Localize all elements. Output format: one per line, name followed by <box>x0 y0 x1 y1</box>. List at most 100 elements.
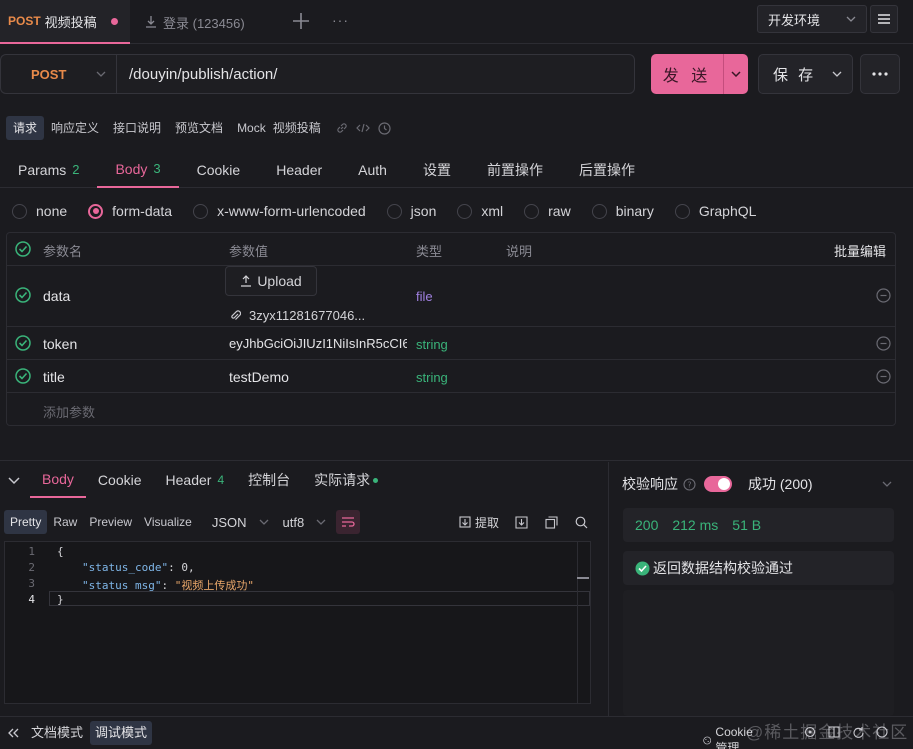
code-line: "status_code": 0, <box>82 561 195 574</box>
subnav-preview[interactable]: 预览文档 <box>168 116 230 140</box>
subnav-api-doc[interactable]: 接口说明 <box>106 116 168 140</box>
watermark: @稀土掘金技术社区 <box>746 723 909 742</box>
doc-mode-button[interactable]: 文档模式 <box>26 721 88 745</box>
collapse-icon[interactable] <box>0 462 30 498</box>
wrap-button[interactable] <box>336 510 361 534</box>
help-icon[interactable]: ? <box>683 477 696 491</box>
row-check-icon[interactable] <box>15 287 31 303</box>
search-icon[interactable] <box>575 516 588 529</box>
debug-mode-button[interactable]: 调试模式 <box>90 721 153 745</box>
more-actions-button[interactable] <box>860 54 900 94</box>
remove-row-icon[interactable] <box>876 336 891 351</box>
response-code-editor[interactable]: 1 2 3 4 { "status_code": 0, "status_msg"… <box>4 541 591 704</box>
radio-none[interactable]: none <box>12 203 67 219</box>
tab-pre-ops[interactable]: 前置操作 <box>469 152 561 188</box>
tab-count: 4 <box>217 473 225 487</box>
more-tabs-icon[interactable]: ··· <box>332 12 349 28</box>
param-name[interactable]: title <box>43 369 65 385</box>
radio-binary[interactable]: binary <box>591 203 654 219</box>
verify-toggle[interactable] <box>704 476 732 492</box>
collapse-sidebar-icon[interactable] <box>6 726 20 740</box>
remove-row-icon[interactable] <box>876 288 891 303</box>
download-icon[interactable] <box>515 515 528 529</box>
tab-cookie[interactable]: Cookie <box>179 152 259 188</box>
param-value[interactable]: testDemo <box>229 369 289 385</box>
format-label: JSON <box>211 514 247 530</box>
tab-title: 登录 (123456) <box>163 15 245 31</box>
resp-tab-body[interactable]: Body <box>30 462 86 498</box>
param-type[interactable]: file <box>416 289 433 304</box>
environment-select[interactable]: 开发环境 <box>757 5 867 33</box>
scrollbar-track[interactable] <box>577 542 578 703</box>
send-button[interactable]: 发 送 <box>651 54 748 94</box>
tab-settings[interactable]: 设置 <box>405 152 469 188</box>
upload-button[interactable]: Upload <box>225 266 317 296</box>
check-all-icon[interactable] <box>15 241 31 257</box>
param-type[interactable]: string <box>416 337 448 352</box>
row-check-icon[interactable] <box>15 335 31 351</box>
radio-label: GraphQL <box>698 203 757 219</box>
radio-graphql[interactable]: GraphQL <box>674 203 757 219</box>
chevron-down-icon[interactable] <box>882 481 892 487</box>
method-label: POST <box>31 66 67 82</box>
link-icon[interactable] <box>336 122 348 134</box>
radio-xml[interactable]: xml <box>457 203 503 219</box>
validation-message: 返回数据结构校验通过 <box>653 560 793 576</box>
send-dropdown[interactable] <box>724 71 748 77</box>
resp-tab-cookie[interactable]: Cookie <box>86 462 154 498</box>
radio-urlencoded[interactable]: x-www-form-urlencoded <box>193 203 366 219</box>
row-check-icon[interactable] <box>15 368 31 384</box>
resp-tab-actual-request[interactable]: 实际请求 <box>302 462 390 498</box>
validation-details <box>623 590 894 716</box>
tab-post-ops[interactable]: 后置操作 <box>561 152 653 188</box>
remove-row-icon[interactable] <box>876 369 891 384</box>
param-tabs: Params 2 Body 3 Cookie Header Auth 设置 前置操作… <box>0 152 913 188</box>
table-row: token eyJhbGciOiJIUzI1NiIsInR5cCI6 strin… <box>7 327 895 360</box>
radio-label: none <box>36 203 68 219</box>
radio-raw[interactable]: raw <box>524 203 571 219</box>
radio-circle <box>674 203 690 219</box>
add-tab-icon[interactable] <box>290 10 312 32</box>
code-icon[interactable] <box>355 122 370 134</box>
method-select[interactable]: POST <box>0 54 116 94</box>
tab-auth[interactable]: Auth <box>340 152 405 188</box>
tab-video-publish[interactable]: POST 视频投稿 <box>0 0 130 44</box>
encoding-select[interactable]: utf8 <box>283 515 327 530</box>
param-name[interactable]: token <box>43 336 77 352</box>
verify-result[interactable]: 成功 (200) <box>748 474 813 494</box>
tab-count: 2 <box>72 162 80 177</box>
url-input[interactable]: /douyin/publish/action/ <box>116 54 635 94</box>
radio-json[interactable]: json <box>386 203 436 219</box>
param-type[interactable]: string <box>416 370 448 385</box>
request-subnav: 请求 响应定义 接口说明 预览文档 Mock 视频投稿 <box>6 116 391 140</box>
bulk-edit-button[interactable]: 批量编辑 <box>834 241 886 260</box>
radio-form-data[interactable]: form-data <box>88 203 172 219</box>
line-number: 4 <box>28 593 35 606</box>
view-raw[interactable]: Raw <box>47 510 83 534</box>
copy-icon[interactable] <box>545 515 558 529</box>
code-line: } <box>57 593 64 606</box>
tab-body[interactable]: Body 3 <box>97 152 179 188</box>
view-pretty[interactable]: Pretty <box>4 510 48 534</box>
param-value[interactable]: eyJhbGciOiJIUzI1NiIsInR5cCI6 <box>229 336 407 351</box>
subnav-mock[interactable]: Mock <box>230 116 273 140</box>
menu-button[interactable] <box>870 5 898 33</box>
tab-params[interactable]: Params 2 <box>0 152 97 188</box>
file-chip[interactable]: 3zyx11281677046... <box>229 308 409 323</box>
subnav-response-def[interactable]: 响应定义 <box>44 116 106 140</box>
view-preview[interactable]: Preview <box>83 510 138 534</box>
save-button[interactable]: 保 存 <box>758 54 853 94</box>
subnav-request[interactable]: 请求 <box>6 116 45 140</box>
status-code: 200 <box>635 517 659 533</box>
resp-tab-header[interactable]: Header 4 <box>154 462 237 498</box>
format-select[interactable]: JSON <box>212 515 269 530</box>
view-visualize[interactable]: Visualize <box>138 510 198 534</box>
history-icon[interactable] <box>378 121 391 135</box>
param-name[interactable]: data <box>43 288 70 304</box>
resp-tab-console[interactable]: 控制台 <box>236 462 302 498</box>
add-param-row[interactable]: 添加参数 <box>7 393 895 426</box>
tab-login[interactable]: 登录 (123456) <box>140 0 280 44</box>
tab-header[interactable]: Header <box>258 152 340 188</box>
chevron-down-icon <box>832 71 842 77</box>
extract-button[interactable]: 提取 <box>459 514 499 531</box>
